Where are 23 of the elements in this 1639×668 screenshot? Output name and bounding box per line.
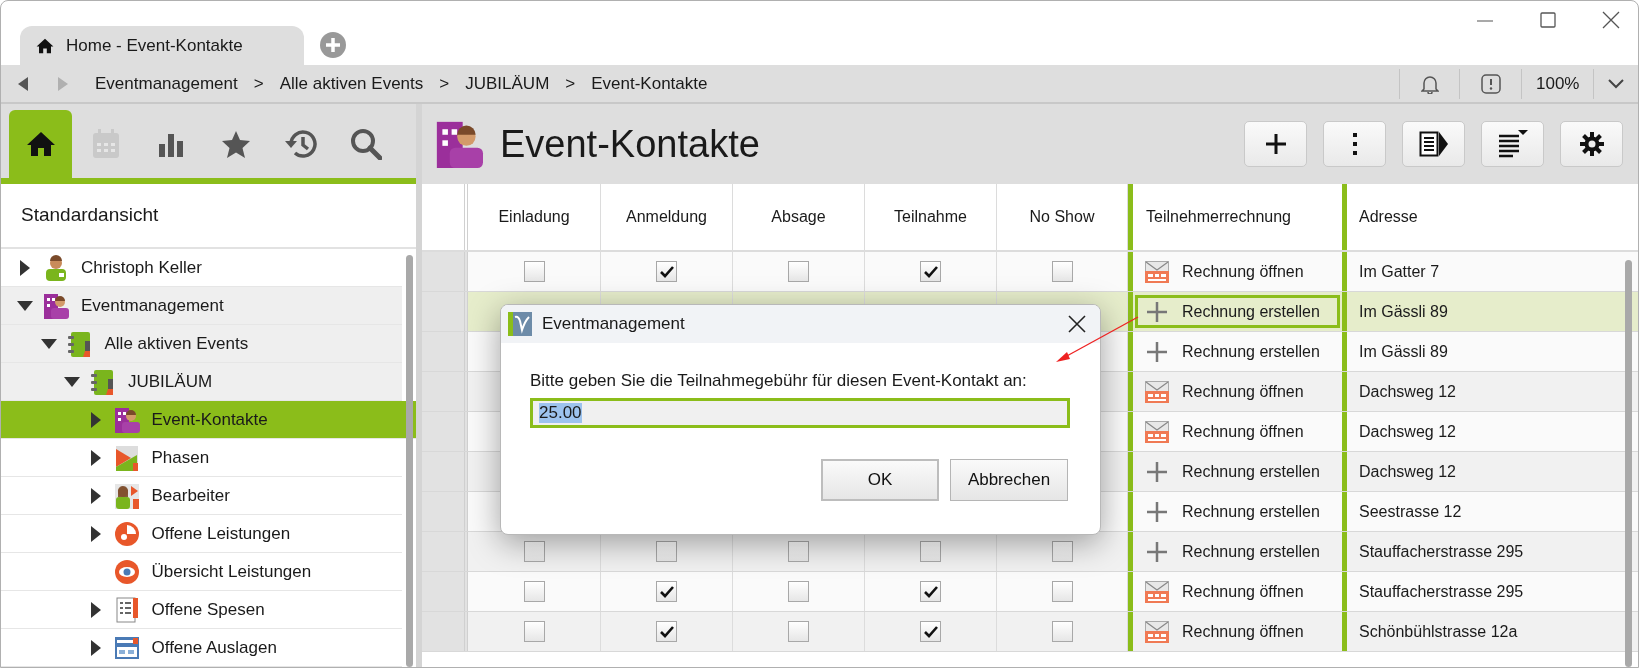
breadcrumb-separator: > xyxy=(253,73,264,94)
column-header: No Show xyxy=(997,184,1128,250)
table-cell-text: Stauffacherstrasse 295 xyxy=(1358,581,1525,602)
column-header: Einladung xyxy=(468,184,601,250)
breadcrumb-separator: > xyxy=(565,73,576,94)
column-header: Absage xyxy=(733,184,865,250)
table-cell-text: Schönbühlstrasse 12a xyxy=(1358,621,1519,642)
table-cell-text: Dachsweg 12 xyxy=(1358,461,1457,482)
table-cell-text: Stauffacherstrasse 295 xyxy=(1358,541,1525,562)
column-header: Adresse xyxy=(1358,207,1419,227)
prompt-text: Bitte geben Sie die Teilnahmegebühr für diesen Event-Kontakt an: xyxy=(530,371,1028,391)
table-cell-text: Im Gatter 7 xyxy=(1358,261,1441,282)
column-header: Anmeldung xyxy=(601,184,733,250)
column-header: Teilnahme xyxy=(865,184,997,250)
dialog-title: Eventmanagement xyxy=(542,314,685,334)
table-cell-text: Seestrasse 12 xyxy=(1358,501,1463,522)
table-cell-text: Dachsweg 12 xyxy=(1358,381,1457,402)
table-cell-text: Dachsweg 12 xyxy=(1358,421,1457,442)
table-cell-text: Im Gässli 89 xyxy=(1358,341,1449,362)
page-title: Event-Kontakte xyxy=(500,122,760,166)
breadcrumb-separator: > xyxy=(439,73,450,94)
table-cell-text: Im Gässli 89 xyxy=(1358,301,1449,322)
view-title: Standardansicht xyxy=(1,183,416,249)
